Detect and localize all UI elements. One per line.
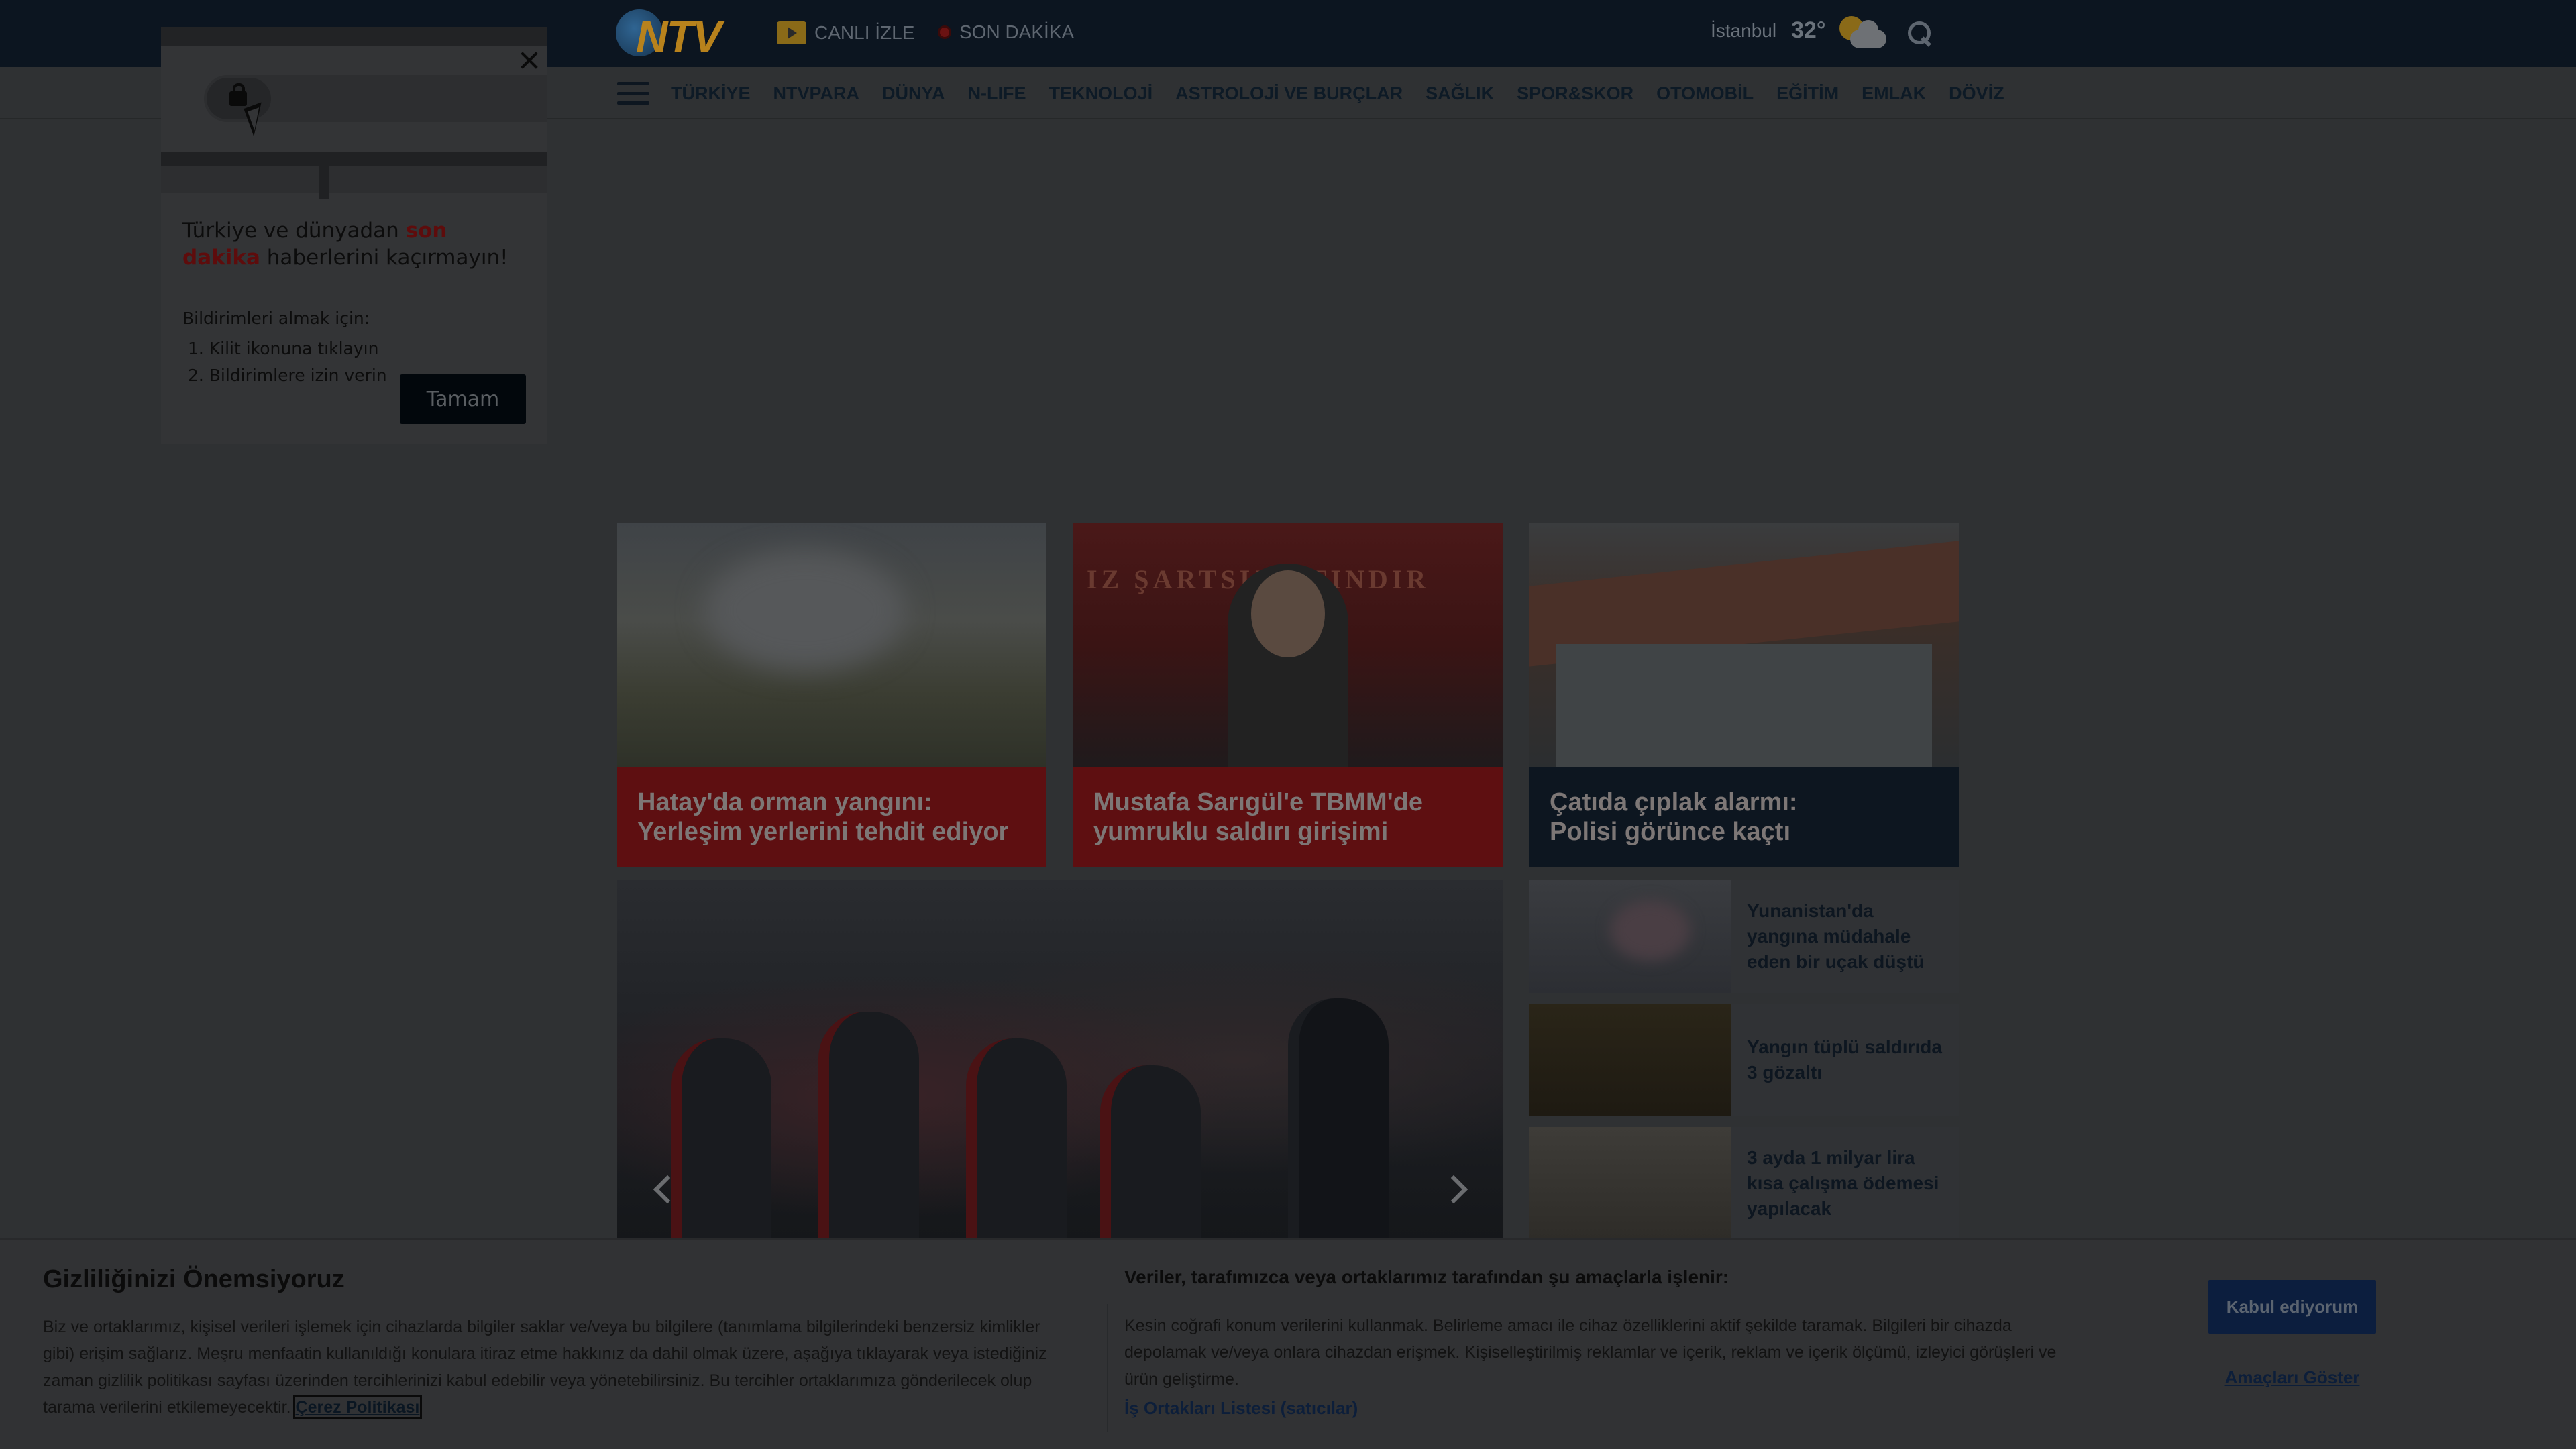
partly-cloudy-icon[interactable] (1837, 13, 1889, 54)
side-news-item[interactable]: 3 ayda 1 milyar lira kısa çalışma ödemes… (1529, 1127, 1959, 1240)
live-stream-link[interactable]: CANLI İZLE (777, 21, 914, 44)
headline-caption: Hatay'da orman yangını: Yerleşim yerleri… (617, 767, 1046, 867)
side-news-title: Yunanistan'da yangına müdahale eden bir … (1747, 900, 1925, 972)
nav-item-egitim[interactable]: EĞİTİM (1776, 83, 1839, 104)
headline-card[interactable]: Hatay'da orman yangını: Yerleşim yerleri… (617, 523, 1046, 867)
side-news-thumbnail (1529, 1127, 1731, 1240)
cookie-title: Gizliliğinizi Önemsiyoruz (43, 1265, 345, 1293)
notification-message: Türkiye ve dünyadan son dakika haberleri… (182, 219, 508, 270)
headline-title-line: Çatıda çıplak alarmı: (1550, 788, 1798, 816)
accept-cookies-button[interactable]: Kabul ediyorum (2208, 1280, 2376, 1334)
cookie-purposes-heading: Veriler, tarafımızca veya ortaklarımız t… (1124, 1267, 1729, 1287)
headline-title-line: yumruklu saldırı girişimi (1093, 818, 1389, 846)
ok-button[interactable]: Tamam (400, 374, 526, 424)
nav-item-turkiye[interactable]: TÜRKİYE (671, 83, 751, 104)
search-icon[interactable] (1907, 20, 1933, 47)
logo-text: NTV (636, 11, 722, 61)
breaking-news-link[interactable]: SON DAKİKA (938, 21, 1074, 43)
headline-card[interactable]: IZ ŞARTSIZ ETINDIR Mustafa Sarıgül'e TBM… (1073, 523, 1503, 867)
notification-permission-popup: Türkiye ve dünyadan son dakika haberleri… (161, 27, 547, 444)
breaking-news-label: SON DAKİKA (959, 21, 1075, 42)
cookie-purposes-body: Kesin coğrafi konum verilerini kullanmak… (1124, 1316, 2057, 1389)
cookie-body: Biz ve ortaklarımız, kişisel verileri iş… (43, 1318, 1047, 1419)
nav-item-spor-skor[interactable]: SPOR&SKOR (1517, 83, 1633, 104)
ntv-logo[interactable]: NTV (616, 9, 738, 61)
weather-temperature[interactable]: 32° (1791, 17, 1825, 44)
main-news-slider[interactable] (617, 880, 1503, 1240)
cookie-policy-link[interactable]: Çerez Politikası (292, 1395, 423, 1419)
nav-item-otomobil[interactable]: OTOMOBİL (1656, 83, 1754, 104)
headline-title-line: Polisi görünce kaçtı (1550, 818, 1790, 846)
headline-image (617, 523, 1046, 767)
nav-item-saglik[interactable]: SAĞLIK (1426, 83, 1494, 104)
nav-item-dunya[interactable]: DÜNYA (882, 83, 945, 104)
nav-item-emlak[interactable]: EMLAK (1862, 83, 1926, 104)
notification-subtitle: Bildirimleri almak için: (182, 309, 370, 328)
slider-prev-arrow-icon[interactable] (648, 1175, 675, 1202)
cookie-consent-banner: Gizliliğinizi Önemsiyoruz Biz ve ortakla… (0, 1238, 2576, 1449)
headline-title-line: Mustafa Sarıgül'e TBMM'de (1093, 788, 1424, 816)
nav-item-astroloji[interactable]: ASTROLOJİ VE BURÇLAR (1175, 83, 1403, 104)
headline-title-line: Hatay'da orman yangını: (637, 788, 932, 816)
vendors-list-link[interactable]: İş Ortakları Listesi (satıcılar) (1124, 1398, 1358, 1419)
hamburger-menu-icon[interactable] (617, 82, 649, 105)
notification-steps: 1. Kilit ikonuna tıklayın 2. Bildirimler… (182, 335, 387, 389)
weather-city[interactable]: İstanbul (1711, 20, 1776, 42)
notification-step: 1. Kilit ikonuna tıklayın (182, 339, 379, 358)
headline-image: IZ ŞARTSIZ ETINDIR (1073, 523, 1503, 767)
headline-image (1529, 523, 1959, 767)
breaking-dot-icon (938, 25, 951, 39)
nav-item-n-life[interactable]: N-LIFE (968, 83, 1026, 104)
nav-item-doviz[interactable]: DÖVİZ (1949, 83, 2004, 104)
live-stream-label: CANLI İZLE (814, 22, 915, 43)
side-news-item[interactable]: Yangın tüplü saldırıda 3 gözaltı (1529, 1004, 1959, 1116)
slider-next-arrow-icon[interactable] (1442, 1175, 1469, 1202)
side-news-title: Yangın tüplü saldırıda 3 gözaltı (1747, 1036, 1942, 1083)
side-news-title: 3 ayda 1 milyar lira kısa çalışma ödemes… (1747, 1147, 1939, 1219)
lock-icon (229, 83, 247, 106)
nav-item-ntvpara[interactable]: NTVPARA (773, 83, 860, 104)
headline-caption: Mustafa Sarıgül'e TBMM'de yumruklu saldı… (1073, 767, 1503, 867)
headline-caption: Çatıda çıplak alarmı: Polisi görünce kaç… (1529, 767, 1959, 867)
headline-card[interactable]: Çatıda çıplak alarmı: Polisi görünce kaç… (1529, 523, 1959, 867)
nav-item-teknoloji[interactable]: TEKNOLOJİ (1049, 83, 1153, 104)
side-news-thumbnail (1529, 880, 1731, 993)
notification-step: 2. Bildirimlere izin verin (182, 366, 387, 385)
side-news-item[interactable]: Yunanistan'da yangına müdahale eden bir … (1529, 880, 1959, 993)
side-news-thumbnail (1529, 1004, 1731, 1116)
close-icon[interactable] (514, 46, 545, 76)
show-purposes-link[interactable]: Amaçları Göster (2208, 1367, 2376, 1388)
tv-play-icon (777, 21, 806, 44)
headline-title-line: Yerleşim yerlerini tehdit ediyor (637, 818, 1009, 846)
